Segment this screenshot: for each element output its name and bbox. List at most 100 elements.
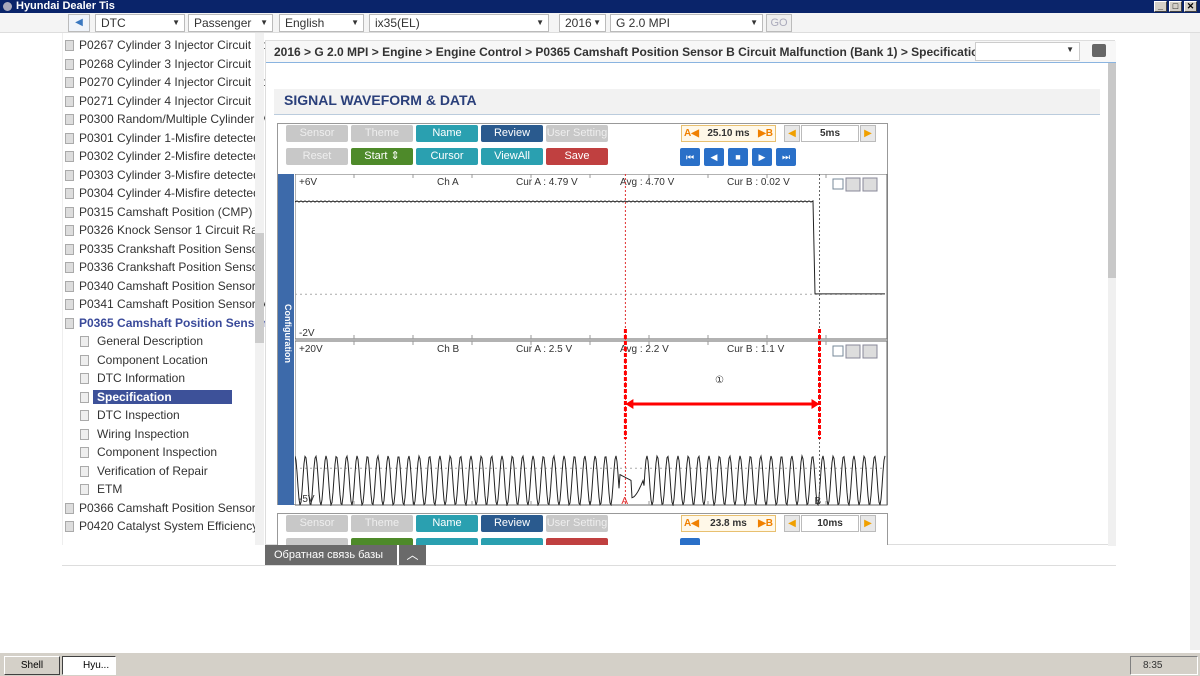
go-button[interactable]: GO: [766, 14, 792, 32]
tree-subitem[interactable]: General Description: [63, 332, 265, 351]
theme-button-2[interactable]: Theme: [351, 515, 413, 532]
window-scrollbar[interactable]: [1190, 33, 1200, 650]
tree-item[interactable]: P0335 Crankshaft Position Sensor: [63, 240, 265, 259]
document-icon: [65, 502, 74, 514]
tree-item[interactable]: P0326 Knock Sensor 1 Circuit Ran: [63, 221, 265, 240]
print-icon[interactable]: [1092, 44, 1106, 57]
name-button[interactable]: Name: [416, 125, 478, 142]
start-button[interactable]: Start ⇕: [351, 148, 413, 165]
stop-icon[interactable]: ■: [728, 148, 748, 166]
tree-item[interactable]: P0340 Camshaft Position Sensor ": [63, 277, 265, 296]
timebase-decrease-button-2[interactable]: ◀: [784, 515, 800, 532]
category-select[interactable]: Passenger: [188, 14, 273, 32]
channel-checkbox[interactable]: [832, 345, 844, 357]
tree-subitem[interactable]: Verification of Repair: [63, 462, 265, 481]
viewall-button-2[interactable]: [481, 538, 543, 545]
sensor-button-2[interactable]: Sensor: [286, 515, 348, 532]
tree-item[interactable]: P0302 Cylinder 2-Misfire detected: [63, 147, 265, 166]
tree-item-label: P0267 Cylinder 3 Injector Circuit Lo: [79, 38, 265, 52]
tree-item[interactable]: P0301 Cylinder 1-Misfire detected: [63, 129, 265, 148]
document-icon: [65, 188, 74, 199]
cursor-a-value: Cur A : 4.79 V: [516, 177, 578, 188]
close-channel-icon[interactable]: [862, 177, 878, 192]
save-button[interactable]: Save: [546, 148, 608, 165]
timebase-increase-button[interactable]: ▶: [860, 125, 876, 142]
reset-button[interactable]: Reset: [286, 148, 348, 165]
tree-item[interactable]: P0270 Cylinder 4 Injector Circuit Lo: [63, 73, 265, 92]
engine-select[interactable]: G 2.0 MPI: [610, 14, 763, 32]
first-icon[interactable]: ⏮: [680, 148, 700, 166]
tree-item[interactable]: P0304 Cylinder 4-Misfire detected: [63, 184, 265, 203]
model-select[interactable]: ix35(EL): [369, 14, 549, 32]
tree-item[interactable]: P0268 Cylinder 3 Injector Circuit H: [63, 55, 265, 74]
tree-item[interactable]: P0315 Camshaft Position (CMP) S: [63, 203, 265, 222]
tree-item[interactable]: P0267 Cylinder 3 Injector Circuit Lo: [63, 36, 265, 55]
user-setting-button-2[interactable]: User Setting: [546, 515, 608, 532]
viewall-button[interactable]: ViewAll: [481, 148, 543, 165]
tree-subitem[interactable]: DTC Inspection: [63, 406, 265, 425]
tree-item-label: P0366 Camshaft Position Sensor ": [79, 500, 264, 515]
zoom-in-icon[interactable]: [845, 177, 861, 192]
taskbar-shell[interactable]: Shell: [4, 656, 60, 675]
document-icon: [65, 40, 74, 51]
timebase-increase-button-2[interactable]: ▶: [860, 515, 876, 532]
taskbar-app[interactable]: Hyu...: [62, 656, 116, 675]
cursor-button-2[interactable]: [416, 538, 478, 545]
sensor-button[interactable]: Sensor: [286, 125, 348, 142]
collapse-up-button[interactable]: ︿: [399, 545, 426, 565]
y-max-label: +6V: [299, 177, 317, 188]
tree-scrollbar[interactable]: [255, 33, 264, 545]
reset-button-2[interactable]: [286, 538, 348, 545]
cursor-b-label-2: ▶B: [758, 518, 773, 529]
tree-subitem[interactable]: Component Inspection: [63, 443, 265, 462]
tree-item-label: P0302 Cylinder 2-Misfire detected: [79, 149, 260, 163]
tree-item-label: DTC Information: [97, 371, 186, 385]
tree-subitem[interactable]: ETM: [63, 480, 265, 499]
close-button[interactable]: ✕: [1184, 1, 1197, 12]
timebase-decrease-button[interactable]: ◀: [784, 125, 800, 142]
document-icon: [65, 262, 74, 273]
tree-subitem[interactable]: DTC Information: [63, 369, 265, 388]
tree-item[interactable]: P0341 Camshaft Position Sensor A: [63, 295, 265, 314]
last-icon[interactable]: ⏭: [776, 148, 796, 166]
review-button[interactable]: Review: [481, 125, 543, 142]
zoom-in-icon[interactable]: [845, 344, 861, 359]
minimize-button[interactable]: _: [1154, 1, 1167, 12]
next-icon[interactable]: ▶: [752, 148, 772, 166]
playback-icon[interactable]: [680, 538, 700, 545]
cursor-button[interactable]: Cursor: [416, 148, 478, 165]
name-button-2[interactable]: Name: [416, 515, 478, 532]
feedback-button[interactable]: Обратная связь базы: [265, 545, 397, 565]
save-button-2[interactable]: [546, 538, 608, 545]
tree-subitem[interactable]: Wiring Inspection: [63, 425, 265, 444]
configuration-tab[interactable]: Configuration: [278, 174, 294, 505]
channel-pane: [295, 174, 888, 340]
cursor-a-label-2: A◀: [684, 518, 699, 529]
review-button-2[interactable]: Review: [481, 515, 543, 532]
start-button-2[interactable]: [351, 538, 413, 545]
theme-button[interactable]: Theme: [351, 125, 413, 142]
tree-item[interactable]: P0303 Cylinder 3-Misfire detected: [63, 166, 265, 185]
close-channel-icon[interactable]: [862, 344, 878, 359]
tree-item[interactable]: P0420 Catalyst System Efficiency I: [63, 517, 265, 536]
user-setting-button[interactable]: User Setting: [546, 125, 608, 142]
prev-icon[interactable]: ◀: [704, 148, 724, 166]
tree-item[interactable]: P0336 Crankshaft Position Sensor: [63, 258, 265, 277]
type-select[interactable]: DTC: [95, 14, 185, 32]
back-button[interactable]: ◀: [68, 14, 90, 32]
section-dropdown[interactable]: [975, 42, 1080, 61]
cursor-a-value: Cur A : 2.5 V: [516, 344, 572, 355]
title-bar: Hyundai Dealer Tis _ □ ✕: [0, 0, 1200, 13]
year-select[interactable]: 2016: [559, 14, 606, 32]
tree-subitem[interactable]: Component Location: [63, 351, 265, 370]
tree-subitem[interactable]: Specification: [63, 388, 265, 407]
tree-item[interactable]: P0366 Camshaft Position Sensor ": [63, 499, 265, 518]
maximize-button[interactable]: □: [1169, 1, 1182, 12]
tree-item[interactable]: P0300 Random/Multiple Cylinder M: [63, 110, 265, 129]
channel-checkbox[interactable]: [832, 178, 844, 190]
content-scrollbar[interactable]: [1108, 63, 1116, 546]
tree-item[interactable]: P0365 Camshaft Position Sensor: [63, 314, 265, 333]
tree-item[interactable]: P0271 Cylinder 4 Injector Circuit H: [63, 92, 265, 111]
language-select[interactable]: English: [279, 14, 364, 32]
tree-item-label: P0340 Camshaft Position Sensor ": [79, 278, 264, 293]
